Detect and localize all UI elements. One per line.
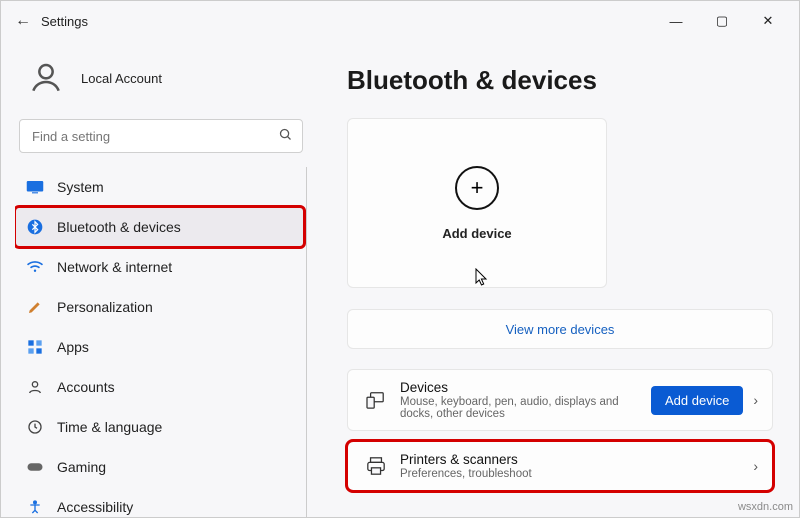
person-icon (25, 377, 45, 397)
search-input[interactable] (19, 119, 303, 153)
title-bar: ← Settings — ▢ ✕ (1, 1, 799, 41)
window-title: Settings (41, 14, 653, 29)
sidebar-item-network[interactable]: Network & internet (15, 247, 304, 287)
row-subtitle: Mouse, keyboard, pen, audio, displays an… (400, 396, 651, 420)
nav-label: System (57, 179, 104, 195)
page-title: Bluetooth & devices (347, 65, 773, 96)
accessibility-icon (25, 497, 45, 517)
row-devices[interactable]: Devices Mouse, keyboard, pen, audio, dis… (347, 369, 773, 431)
sidebar: Local Account System Bluetooth & devices (1, 41, 321, 517)
sidebar-item-personalization[interactable]: Personalization (15, 287, 304, 327)
view-more-devices-button[interactable]: View more devices (347, 309, 773, 349)
printer-icon (362, 456, 390, 476)
settings-window: ← Settings — ▢ ✕ Local Account (0, 0, 800, 518)
apps-icon (25, 337, 45, 357)
row-subtitle: Preferences, troubleshoot (400, 468, 743, 480)
search-box[interactable] (19, 119, 303, 153)
wifi-icon (25, 257, 45, 277)
back-button[interactable]: ← (9, 12, 37, 30)
system-icon (25, 177, 45, 197)
sidebar-item-time-language[interactable]: Time & language (15, 407, 304, 447)
maximize-button[interactable]: ▢ (699, 5, 745, 37)
content-pane: Bluetooth & devices + Add device View mo… (321, 41, 799, 517)
brush-icon (25, 297, 45, 317)
sidebar-item-accessibility[interactable]: Accessibility (15, 487, 304, 517)
chevron-right-icon: › (753, 458, 758, 474)
row-title: Devices (400, 380, 651, 395)
devices-icon (362, 391, 390, 409)
close-button[interactable]: ✕ (745, 5, 791, 37)
account-block[interactable]: Local Account (15, 45, 307, 119)
cursor-icon (475, 268, 799, 291)
nav-label: Apps (57, 339, 89, 355)
add-device-tile[interactable]: + Add device (347, 118, 607, 288)
clock-icon (25, 417, 45, 437)
sidebar-item-accounts[interactable]: Accounts (15, 367, 304, 407)
row-printers-scanners[interactable]: Printers & scanners Preferences, trouble… (347, 441, 773, 491)
chevron-right-icon: › (753, 392, 758, 408)
gaming-icon (25, 457, 45, 477)
nav-label: Bluetooth & devices (57, 219, 181, 235)
nav-label: Accounts (57, 379, 115, 395)
avatar-icon (23, 55, 69, 101)
watermark: wsxdn.com (738, 501, 793, 513)
sidebar-item-gaming[interactable]: Gaming (15, 447, 304, 487)
sidebar-item-system[interactable]: System (15, 167, 304, 207)
view-more-label: View more devices (506, 322, 615, 337)
add-device-button[interactable]: Add device (651, 386, 743, 415)
account-name: Local Account (81, 71, 162, 86)
nav-list: System Bluetooth & devices Network & int… (15, 167, 307, 517)
sidebar-item-bluetooth-devices[interactable]: Bluetooth & devices (15, 207, 304, 247)
add-device-label: Add device (442, 226, 511, 241)
nav-label: Personalization (57, 299, 153, 315)
row-title: Printers & scanners (400, 452, 743, 467)
window-controls: — ▢ ✕ (653, 5, 791, 37)
plus-icon: + (455, 166, 499, 210)
nav-label: Time & language (57, 419, 162, 435)
nav-label: Gaming (57, 459, 106, 475)
sidebar-item-apps[interactable]: Apps (15, 327, 304, 367)
nav-label: Network & internet (57, 259, 172, 275)
minimize-button[interactable]: — (653, 5, 699, 37)
bluetooth-icon (25, 217, 45, 237)
nav-label: Accessibility (57, 499, 133, 515)
search-icon (278, 127, 293, 145)
